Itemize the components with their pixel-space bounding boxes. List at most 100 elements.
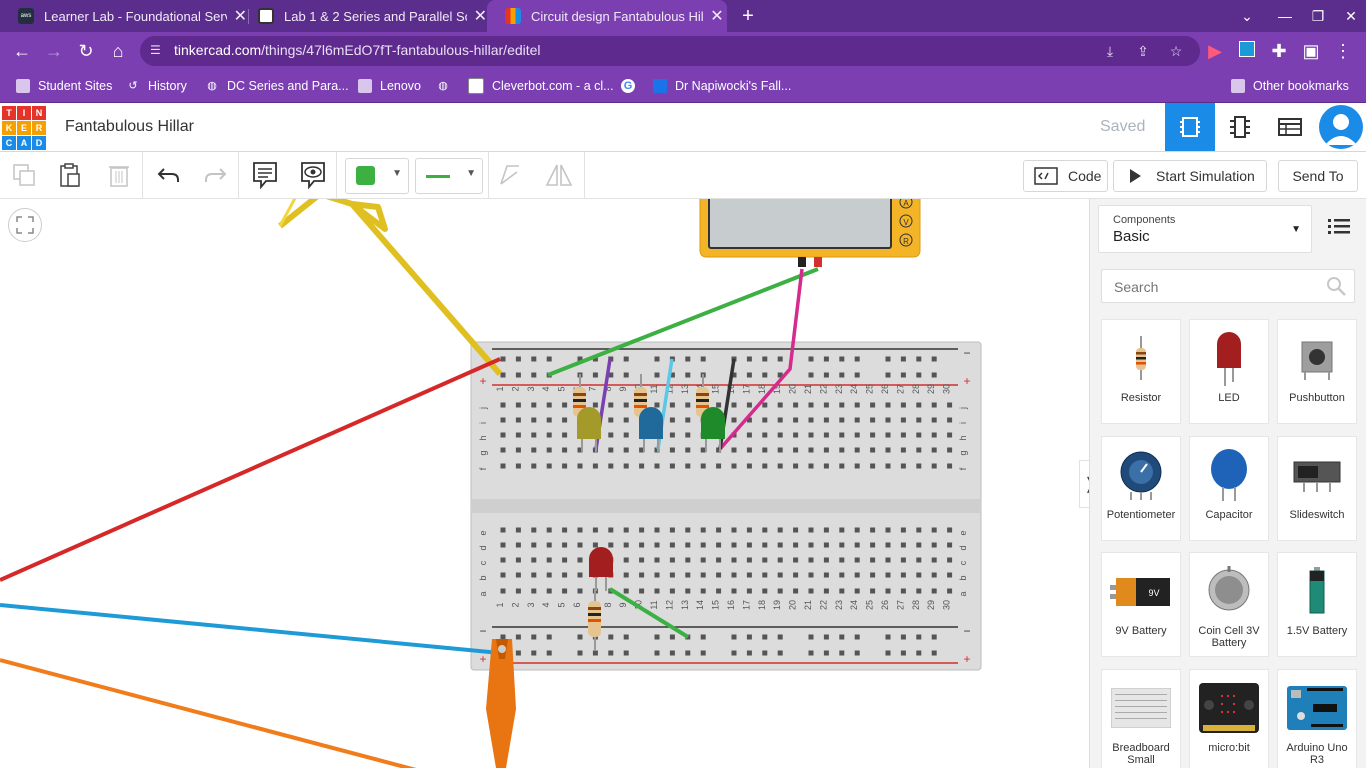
breadboard-hole[interactable] [947,527,953,533]
breadboard-hole[interactable] [931,588,937,594]
breadboard-hole[interactable] [931,650,937,656]
breadboard-hole[interactable] [623,557,629,563]
breadboard-hole[interactable] [839,588,845,594]
breadboard-hole[interactable] [762,402,768,408]
breadboard-hole[interactable] [947,557,953,563]
breadboard-hole[interactable] [900,650,906,656]
code-button[interactable]: Code [1023,160,1108,192]
breadboard-hole[interactable] [823,650,829,656]
breadboard-hole[interactable] [916,417,922,423]
breadboard-hole[interactable] [716,402,722,408]
breadboard-hole[interactable] [500,447,506,453]
breadboard-hole[interactable] [839,402,845,408]
breadboard-hole[interactable] [947,432,953,438]
minimize-icon[interactable]: — [1268,0,1302,32]
breadboard-hole[interactable] [839,356,845,362]
breadboard-hole[interactable] [854,650,860,656]
breadboard-hole[interactable] [577,588,583,594]
breadboard-hole[interactable] [685,432,691,438]
breadboard-hole[interactable] [808,356,814,362]
breadboard-hole[interactable] [546,650,552,656]
breadboard-hole[interactable] [808,542,814,548]
breadboard-hole[interactable] [500,356,506,362]
breadboard-hole[interactable] [700,557,706,563]
breadboard-hole[interactable] [808,527,814,533]
component-coin-cell-battery[interactable]: Coin Cell 3V Battery [1189,552,1269,657]
breadboard-hole[interactable] [669,650,675,656]
breadboard-hole[interactable] [916,447,922,453]
breadboard-hole[interactable] [854,447,860,453]
breadboard-hole[interactable] [654,557,660,563]
breadboard-hole[interactable] [731,650,737,656]
restore-icon[interactable]: ❐ [1301,0,1335,32]
breadboard-hole[interactable] [639,527,645,533]
back-icon[interactable]: ← [9,38,35,64]
close-window-icon[interactable]: ✕ [1334,0,1366,32]
breadboard-hole[interactable] [654,372,660,378]
breadboard-hole[interactable] [623,572,629,578]
breadboard-hole[interactable] [854,557,860,563]
breadboard-hole[interactable] [685,356,691,362]
breadboard-hole[interactable] [639,588,645,594]
bookmark-dr-napiwocki[interactable]: Dr Napiwocki's Fall... [653,76,791,96]
browser-tab-circuit-design[interactable]: Circuit design Fantabulous Hilla ✕ [487,0,727,32]
breadboard-hole[interactable] [931,372,937,378]
breadboard-hole[interactable] [931,634,937,640]
breadboard-hole[interactable] [746,542,752,548]
breadboard-hole[interactable] [500,527,506,533]
breadboard-hole[interactable] [685,572,691,578]
orange-wire[interactable] [0,658,420,768]
breadboard-hole[interactable] [685,527,691,533]
breadboard-hole[interactable] [885,650,891,656]
breadboard-hole[interactable] [839,634,845,640]
breadboard-hole[interactable] [947,572,953,578]
breadboard-hole[interactable] [639,572,645,578]
breadboard-hole[interactable] [639,557,645,563]
components-dropdown[interactable]: Components Basic ▼ [1098,205,1312,253]
breadboard-hole[interactable] [515,432,521,438]
breadboard-hole[interactable] [700,572,706,578]
breadboard-hole[interactable] [947,588,953,594]
breadboard-hole[interactable] [777,463,783,469]
breadboard-hole[interactable] [793,432,799,438]
blue-wire[interactable] [0,603,501,655]
breadboard-hole[interactable] [885,634,891,640]
breadboard-hole[interactable] [562,572,568,578]
breadboard-hole[interactable] [777,634,783,640]
breadboard-hole[interactable] [592,463,598,469]
breadboard-hole[interactable] [654,463,660,469]
multimeter[interactable]: A V R [699,199,921,267]
breadboard-hole[interactable] [546,417,552,423]
breadboard-hole[interactable] [808,463,814,469]
breadboard-hole[interactable] [885,588,891,594]
breadboard-hole[interactable] [531,417,537,423]
breadboard-hole[interactable] [669,588,675,594]
breadboard[interactable]: − + + − − + + 11223344556677889910101111… [470,341,982,671]
wire-type-picker[interactable]: ▼ [415,158,483,194]
breadboard-hole[interactable] [900,402,906,408]
breadboard-hole[interactable] [854,634,860,640]
breadboard-hole[interactable] [931,463,937,469]
breadboard-hole[interactable] [623,650,629,656]
breadboard-hole[interactable] [947,542,953,548]
breadboard-hole[interactable] [654,527,660,533]
breadboard-hole[interactable] [515,634,521,640]
breadboard-hole[interactable] [746,447,752,453]
component-search[interactable] [1101,269,1355,303]
breadboard-hole[interactable] [515,356,521,362]
breadboard-hole[interactable] [716,572,722,578]
start-simulation-button[interactable]: Start Simulation [1113,160,1267,192]
breadboard-hole[interactable] [623,588,629,594]
new-tab-button[interactable]: + [736,4,760,28]
breadboard-hole[interactable] [515,372,521,378]
breadboard-hole[interactable] [839,432,845,438]
install-icon[interactable]: ⤓ [1100,41,1120,61]
breadboard-hole[interactable] [885,447,891,453]
breadboard-hole[interactable] [823,634,829,640]
breadboard-hole[interactable] [700,542,706,548]
breadboard-hole[interactable] [777,432,783,438]
breadboard-hole[interactable] [562,402,568,408]
breadboard-hole[interactable] [793,542,799,548]
breadboard-hole[interactable] [839,417,845,423]
breadboard-hole[interactable] [762,557,768,563]
